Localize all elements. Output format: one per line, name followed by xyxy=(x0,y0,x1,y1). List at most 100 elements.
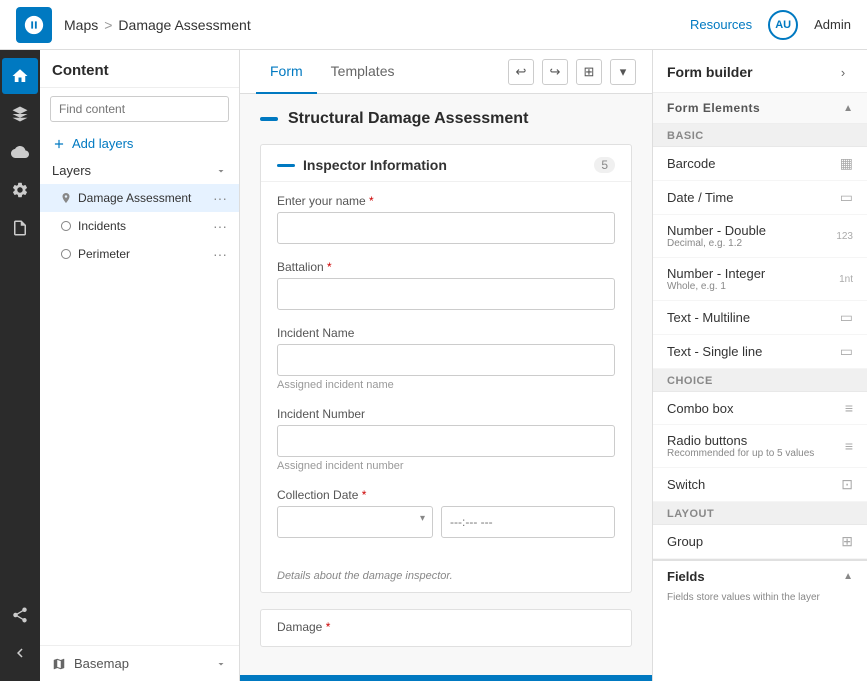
field-name-label: Enter your name * xyxy=(277,194,615,208)
search-input[interactable] xyxy=(50,96,229,122)
incidents-more-icon[interactable]: ··· xyxy=(213,218,227,234)
fe-datetime[interactable]: Date / Time ▭ xyxy=(653,181,867,215)
field-incident-name-label: Incident Name xyxy=(277,326,615,340)
right-panel: Form builder › Form Elements ▲ BASIC Bar… xyxy=(652,50,867,681)
fe-barcode[interactable]: Barcode ▦ xyxy=(653,147,867,181)
nav-cloud[interactable] xyxy=(2,134,38,170)
redo-icon[interactable]: ↪ xyxy=(542,59,568,85)
fe-switch-info: Switch xyxy=(667,477,705,492)
time-input[interactable] xyxy=(441,506,615,538)
form-scroll[interactable]: Structural Damage Assessment Inspector I… xyxy=(240,94,652,675)
radio-icon: ≡ xyxy=(845,438,853,454)
fe-datetime-info: Date / Time xyxy=(667,190,733,205)
fields-subtitle: Fields store values within the layer xyxy=(653,592,867,609)
perimeter-more-icon[interactable]: ··· xyxy=(213,246,227,262)
damage-field: Damage * xyxy=(260,609,632,647)
fe-radio[interactable]: Radio buttons Recommended for up to 5 va… xyxy=(653,425,867,468)
breadcrumb-maps[interactable]: Maps xyxy=(64,17,98,33)
field-incident-name-input[interactable] xyxy=(277,344,615,376)
basic-group-header: BASIC xyxy=(653,124,867,147)
more-icon[interactable]: ▾ xyxy=(610,59,636,85)
nav-layers[interactable] xyxy=(2,96,38,132)
datetime-icon: ▭ xyxy=(840,189,853,206)
fe-text-singleline-info: Text - Single line xyxy=(667,344,762,359)
number-integer-icon: 1nt xyxy=(839,274,853,285)
nav-collapse[interactable] xyxy=(2,635,38,671)
section-bar xyxy=(277,164,295,167)
panel-toggle[interactable]: › xyxy=(833,62,853,82)
fe-switch[interactable]: Switch ⊡ xyxy=(653,468,867,502)
field-battalion-input[interactable] xyxy=(277,278,615,310)
nav-home[interactable] xyxy=(2,58,38,94)
breadcrumb-separator: > xyxy=(104,17,112,33)
fe-number-double-sub: Decimal, e.g. 1.2 xyxy=(667,238,766,249)
sidebar-item-incidents[interactable]: Incidents ··· xyxy=(40,212,239,240)
resources-link[interactable]: Resources xyxy=(690,17,752,32)
fe-text-multiline-label: Text - Multiline xyxy=(667,310,750,325)
nav-share[interactable] xyxy=(2,597,38,633)
fe-switch-label: Switch xyxy=(667,477,705,492)
bottom-bar xyxy=(240,675,652,681)
logo[interactable] xyxy=(16,7,52,43)
text-multiline-icon: ▭ xyxy=(840,309,853,326)
basemap-footer[interactable]: Basemap xyxy=(40,645,239,681)
section-body: Enter your name * Battalion * xyxy=(261,182,631,566)
more-options-icon[interactable]: ··· xyxy=(213,190,227,206)
field-collection-date-label: Collection Date * xyxy=(277,488,615,502)
fe-radio-info: Radio buttons Recommended for up to 5 va… xyxy=(667,433,814,459)
fe-text-singleline[interactable]: Text - Single line ▭ xyxy=(653,335,867,369)
topbar: Maps > Damage Assessment Resources AU Ad… xyxy=(0,0,867,50)
grid-icon[interactable]: ⊞ xyxy=(576,59,602,85)
add-layers-label: Add layers xyxy=(72,136,133,151)
fe-text-multiline-info: Text - Multiline xyxy=(667,310,750,325)
basemap-label: Basemap xyxy=(74,656,129,671)
fe-text-singleline-label: Text - Single line xyxy=(667,344,762,359)
fe-combobox[interactable]: Combo box ≡ xyxy=(653,392,867,425)
elements-chevron: ▲ xyxy=(843,103,853,114)
field-collection-date: Collection Date * xyxy=(277,488,615,538)
nav-settings[interactable] xyxy=(2,172,38,208)
layers-label: Layers xyxy=(52,163,91,178)
title-bar-icon xyxy=(260,117,278,121)
field-battalion: Battalion * xyxy=(277,260,615,310)
section-title: Inspector Information xyxy=(303,157,586,173)
group-icon: ⊞ xyxy=(841,533,853,550)
fields-header[interactable]: Fields ▲ xyxy=(653,561,867,592)
switch-icon: ⊡ xyxy=(841,476,853,493)
fe-number-double[interactable]: Number - Double Decimal, e.g. 1.2 123 xyxy=(653,215,867,258)
admin-menu[interactable]: Admin xyxy=(814,17,851,32)
avatar[interactable]: AU xyxy=(768,10,798,40)
form-builder-title: Form builder xyxy=(667,64,753,80)
field-incident-number-input[interactable] xyxy=(277,425,615,457)
breadcrumb-current: Damage Assessment xyxy=(118,17,250,33)
form-elements-title: Form Elements xyxy=(667,101,760,115)
fields-chevron: ▲ xyxy=(843,571,853,582)
form-elements-header[interactable]: Form Elements ▲ xyxy=(653,93,867,124)
layers-section[interactable]: Layers xyxy=(40,157,239,184)
fe-number-double-label: Number - Double xyxy=(667,223,766,238)
form-toolbar-icons: ↩ ↪ ⊞ ▾ xyxy=(508,59,636,85)
date-select[interactable] xyxy=(277,506,433,538)
add-layers-button[interactable]: Add layers xyxy=(40,130,239,157)
tab-templates[interactable]: Templates xyxy=(317,50,409,94)
field-name-input[interactable] xyxy=(277,212,615,244)
layout-group-header: LAYOUT xyxy=(653,502,867,525)
sidebar-item-perimeter[interactable]: Perimeter ··· xyxy=(40,240,239,268)
tab-form[interactable]: Form xyxy=(256,50,317,94)
inspector-section: Inspector Information 5 Enter your name … xyxy=(260,144,632,593)
fe-combobox-info: Combo box xyxy=(667,401,733,416)
fe-group[interactable]: Group ⊞ xyxy=(653,525,867,559)
section-count: 5 xyxy=(594,157,615,173)
fe-number-integer-label: Number - Integer xyxy=(667,266,765,281)
fe-number-integer[interactable]: Number - Integer Whole, e.g. 1 1nt xyxy=(653,258,867,301)
sidebar-item-damage-assessment[interactable]: Damage Assessment ··· xyxy=(40,184,239,212)
barcode-icon: ▦ xyxy=(840,155,853,172)
right-panel-scroll[interactable]: Form Elements ▲ BASIC Barcode ▦ Date / T… xyxy=(653,93,867,681)
main-layout: Content Add layers Layers Damage Assessm… xyxy=(0,50,867,681)
sidebar-item-label: Damage Assessment xyxy=(78,191,191,205)
fe-text-multiline[interactable]: Text - Multiline ▭ xyxy=(653,301,867,335)
undo-icon[interactable]: ↩ xyxy=(508,59,534,85)
right-panel-header: Form builder › xyxy=(653,50,867,93)
choice-group-header: CHOICE xyxy=(653,369,867,392)
nav-forms[interactable] xyxy=(2,210,38,246)
